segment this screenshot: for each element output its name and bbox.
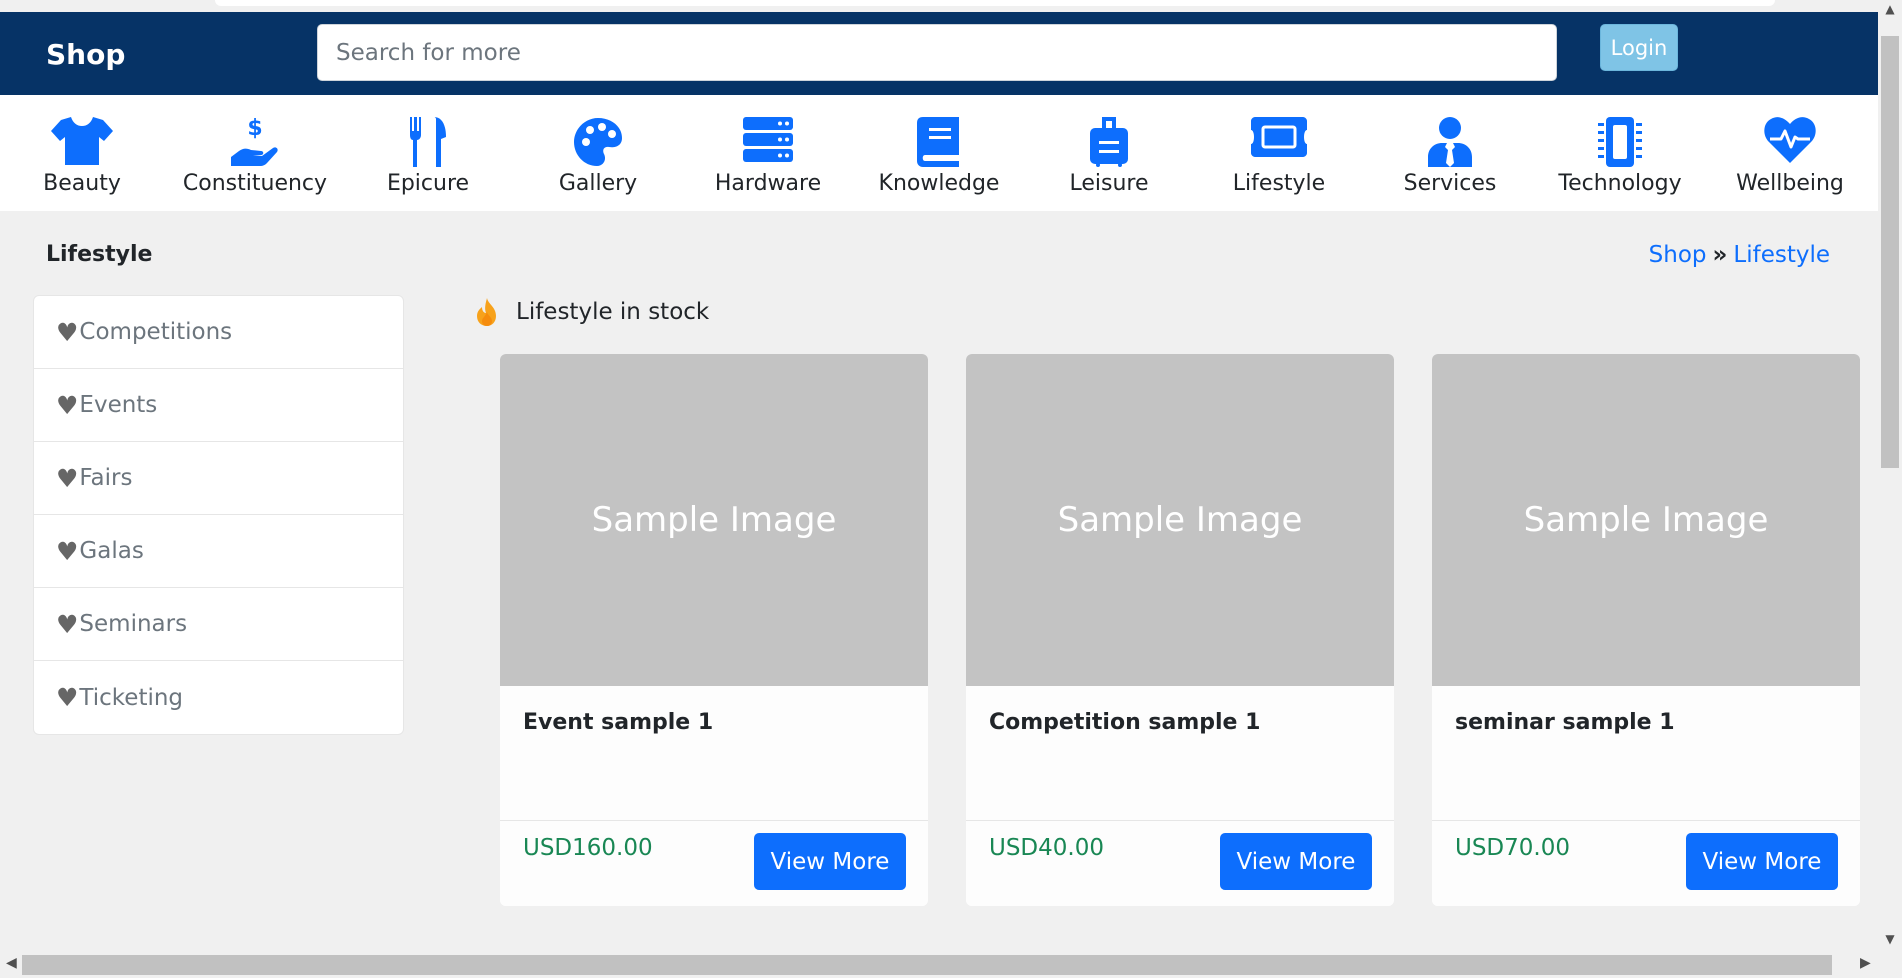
product-image-placeholder[interactable]: Sample Image [1432,354,1860,686]
category-label: Epicure [386,171,470,196]
category-constituency[interactable]: $ Constituency [170,95,340,211]
scroll-right-arrow-icon[interactable]: ▶ [1860,955,1871,971]
scroll-up-arrow-icon[interactable]: ▲ [1878,2,1902,16]
subcategory-fairs[interactable]: ♥ Fairs [34,442,403,515]
ghost-bar [215,0,1775,6]
heart-icon: ♥ [56,609,79,639]
in-stock-heading: Lifestyle in stock [474,298,709,326]
subcategory-label: Galas [79,538,144,564]
suitcase-icon [1090,117,1128,167]
tshirt-icon [51,117,113,165]
ticket-icon [1251,117,1307,157]
product-card: Sample Image Event sample 1 USD160.00 Vi… [500,354,928,906]
category-knowledge[interactable]: Knowledge [854,95,1024,211]
category-label: Leisure [1069,171,1149,196]
category-lifestyle[interactable]: Lifestyle [1194,95,1364,211]
brand-logo[interactable]: Shop [46,38,125,71]
subcategory-seminars[interactable]: ♥ Seminars [34,588,403,661]
vertical-scrollbar[interactable]: ▲ ▼ [1878,0,1902,952]
product-price: USD40.00 [989,835,1104,861]
double-chevron-right-icon: » [1712,242,1728,268]
product-image-placeholder[interactable]: Sample Image [966,354,1394,686]
heart-icon: ♥ [56,536,79,566]
category-label: Wellbeing [1736,171,1844,196]
heart-pulse-icon [1764,117,1816,163]
hand-dollar-icon: $ [231,117,278,166]
category-label: Technology [1558,171,1682,196]
category-wellbeing[interactable]: Wellbeing [1705,95,1875,211]
subcategory-galas[interactable]: ♥ Galas [34,515,403,588]
category-services[interactable]: Services [1365,95,1535,211]
subcategory-label: Competitions [79,319,233,345]
navbar: Shop Login [0,12,1878,95]
browser-top-strip [0,0,1878,12]
subcategory-competitions[interactable]: ♥ Competitions [34,296,403,369]
subcategory-list: ♥ Competitions ♥ Events ♥ Fairs ♥ Galas ♥ Sem… [33,295,404,735]
category-hardware[interactable]: Hardware [683,95,853,211]
utensils-icon [410,117,446,167]
product-name: Competition sample 1 [989,710,1261,735]
category-label: Knowledge [878,171,1000,196]
subcategory-label: Ticketing [79,684,184,711]
category-technology[interactable]: Technology [1535,95,1705,211]
heart-icon: ♥ [56,683,79,712]
product-name: Event sample 1 [523,710,714,735]
scroll-down-arrow-icon[interactable]: ▼ [1878,932,1902,946]
page-title: Lifestyle [46,242,153,267]
subcategory-label: Fairs [79,465,133,491]
category-label: Beauty [43,171,121,196]
product-card-footer: USD40.00 View More [966,820,1394,906]
heart-icon: ♥ [56,317,79,347]
category-gallery[interactable]: Gallery [513,95,683,211]
product-card-footer: USD70.00 View More [1432,820,1860,906]
category-leisure[interactable]: Leisure [1024,95,1194,211]
in-stock-label: Lifestyle in stock [516,299,710,325]
category-label: Constituency [182,171,328,196]
book-icon [917,117,959,167]
subcategory-events[interactable]: ♥ Events [34,369,403,442]
heart-icon: ♥ [56,390,79,420]
category-label: Lifestyle [1232,171,1326,196]
user-tie-icon [1428,117,1472,167]
fire-icon [477,298,496,326]
product-card: Sample Image Competition sample 1 USD40.… [966,354,1394,906]
horizontal-scrollbar[interactable]: ◀ ▶ [0,952,1878,978]
product-price: USD160.00 [523,835,653,861]
view-more-button[interactable]: View More [1220,833,1372,890]
view-more-button[interactable]: View More [754,833,906,890]
palette-icon [574,118,622,166]
category-bar: Beauty $ Constituency Epicure Gallery Ha… [0,95,1878,211]
server-icon [743,117,793,162]
category-label: Hardware [714,171,822,196]
view-more-button[interactable]: View More [1686,833,1838,890]
product-name: seminar sample 1 [1455,710,1675,735]
category-label: Services [1403,171,1497,196]
category-beauty[interactable]: Beauty [0,95,167,211]
search-input[interactable] [317,24,1557,81]
microchip-icon [1598,117,1642,167]
subcategory-label: Seminars [79,611,188,637]
breadcrumb-shop-link[interactable]: Shop [1649,242,1707,268]
vertical-scroll-thumb[interactable] [1881,36,1899,468]
subcategory-label: Events [79,392,158,418]
category-label: Gallery [558,171,638,196]
breadcrumb: Shop» Lifestyle [1649,242,1830,268]
product-price: USD70.00 [1455,835,1570,861]
heart-icon: ♥ [56,463,79,493]
svg-text:$: $ [247,117,262,141]
category-epicure[interactable]: Epicure [343,95,513,211]
login-button[interactable]: Login [1600,24,1678,71]
subcategory-ticketing[interactable]: ♥ Ticketing [34,661,403,734]
scroll-left-arrow-icon[interactable]: ◀ [6,955,17,971]
product-card-footer: USD160.00 View More [500,820,928,906]
product-image-placeholder[interactable]: Sample Image [500,354,928,686]
breadcrumb-lifestyle-link[interactable]: Lifestyle [1733,242,1830,268]
product-card: Sample Image seminar sample 1 USD70.00 V… [1432,354,1860,906]
horizontal-scroll-thumb[interactable] [22,955,1832,975]
